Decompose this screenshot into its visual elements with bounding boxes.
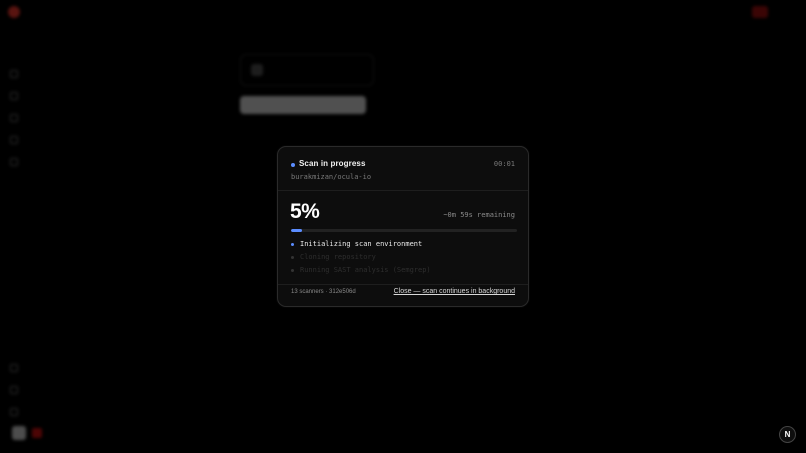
- sidebar-item: [10, 362, 18, 374]
- sidebar-item: [10, 406, 18, 418]
- avatar: [12, 426, 26, 440]
- status-dot-icon: [291, 163, 295, 167]
- progress-percent: 5%: [290, 200, 320, 223]
- modal-footer-divider: [278, 284, 528, 285]
- topbar-badge: [752, 6, 768, 18]
- nav-icon: [10, 136, 18, 144]
- brand: [8, 6, 36, 18]
- progress-bar: [291, 229, 517, 232]
- step-status-icon: [291, 242, 294, 246]
- step-status-icon: [291, 268, 294, 272]
- sidebar-nav: [10, 68, 18, 168]
- start-scan-button: [240, 96, 366, 114]
- nav-icon: [10, 92, 18, 100]
- sidebar: [0, 0, 112, 453]
- sidebar-item: [10, 156, 18, 168]
- sidebar-bottom-nav: [10, 362, 18, 418]
- modal-title: Scan in progress: [299, 159, 366, 168]
- elapsed-timer: 00:01: [493, 160, 515, 168]
- progress-bar-fill: [291, 229, 303, 232]
- main-content: [240, 40, 400, 114]
- user-row: [12, 426, 42, 440]
- sidebar-item-active: [10, 112, 18, 124]
- repo-name: burakmizan/ocula-io: [291, 173, 372, 181]
- user-status-icon: [32, 428, 42, 438]
- nav-icon: [10, 364, 18, 372]
- scan-step: Cloning repository: [291, 253, 431, 261]
- scan-meta: 13 scanners · 312e506d: [291, 289, 356, 295]
- modal-header: Scan in progress 00:01 burakmizan/ocula-…: [278, 147, 528, 191]
- scan-progress-modal: Scan in progress 00:01 burakmizan/ocula-…: [277, 146, 529, 307]
- nav-icon: [10, 386, 18, 394]
- nav-icon: [10, 114, 18, 122]
- brand-logo-icon: [8, 6, 20, 18]
- repo-card: [240, 54, 374, 86]
- sidebar-item: [10, 384, 18, 396]
- close-modal-link[interactable]: Close — scan continues in background: [394, 288, 515, 295]
- nav-icon: [10, 70, 18, 78]
- scan-steps: Initializing scan environment Cloning re…: [291, 240, 431, 274]
- scan-step: Running SAST analysis (Semgrep): [291, 266, 431, 274]
- time-remaining: ~0m 59s remaining: [443, 211, 515, 219]
- scan-step: Initializing scan environment: [291, 240, 431, 248]
- step-label: Initializing scan environment: [300, 240, 423, 248]
- help-badge-icon[interactable]: N: [779, 426, 796, 443]
- repo-icon: [251, 64, 263, 76]
- sidebar-item: [10, 134, 18, 146]
- nav-icon: [10, 158, 18, 166]
- step-status-icon: [291, 255, 294, 259]
- sidebar-item: [10, 90, 18, 102]
- step-label: Cloning repository: [300, 253, 376, 261]
- step-label: Running SAST analysis (Semgrep): [300, 266, 431, 274]
- nav-icon: [10, 408, 18, 416]
- sidebar-item: [10, 68, 18, 80]
